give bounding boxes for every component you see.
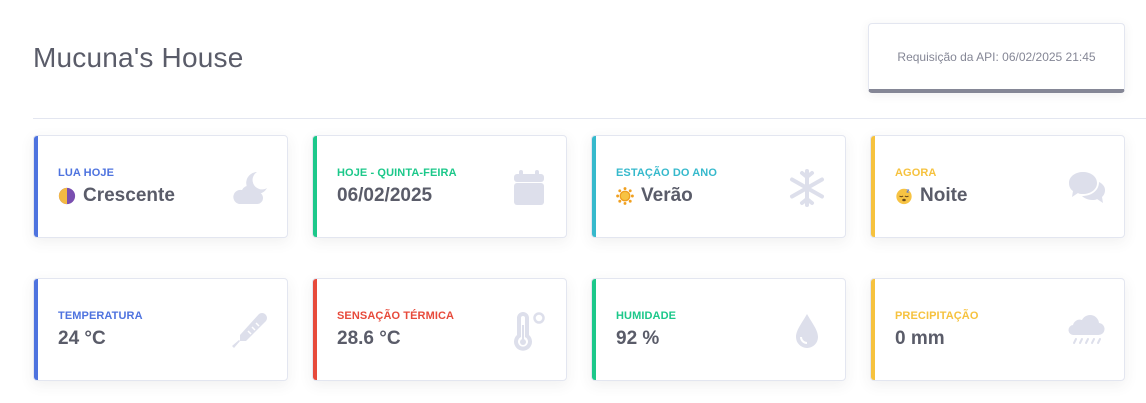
cloud-moon-icon bbox=[229, 168, 269, 208]
cloud-rain-icon bbox=[1066, 311, 1106, 351]
card-value-text: 0 mm bbox=[895, 328, 945, 349]
card-value-text: Crescente bbox=[83, 185, 175, 206]
card-label: PRECIPITAÇÃO bbox=[895, 310, 979, 322]
temperature-degree-icon bbox=[508, 311, 548, 351]
card-label: LUA HOJE bbox=[58, 167, 115, 179]
card-value: 06/02/2025 bbox=[337, 185, 432, 207]
card-value: Crescente bbox=[58, 185, 175, 207]
card-label: ESTAÇÃO DO ANO bbox=[616, 167, 718, 179]
card-value: Verão bbox=[616, 185, 693, 207]
card-value-text: 24 °C bbox=[58, 328, 106, 349]
card-value-text: 06/02/2025 bbox=[337, 185, 433, 206]
card-value: 92 % bbox=[616, 328, 659, 350]
api-request-text: Requisição da API: 06/02/2025 21:45 bbox=[897, 49, 1096, 64]
thermometer-icon bbox=[229, 311, 269, 351]
divider bbox=[33, 118, 1146, 119]
card-value-text: Verão bbox=[641, 185, 693, 206]
card-value: 28.6 °C bbox=[337, 328, 401, 350]
card-label: TEMPERATURA bbox=[58, 310, 143, 322]
droplet-icon bbox=[787, 311, 827, 351]
calendar-icon bbox=[508, 168, 548, 208]
waxing-moon-emoji bbox=[58, 187, 76, 205]
sleeping-face-emoji: z bbox=[896, 188, 912, 205]
card-humidity: HUMIDADE 92 % bbox=[591, 278, 846, 381]
card-value-text: 92 % bbox=[616, 328, 660, 349]
card-label: HUMIDADE bbox=[616, 310, 677, 322]
card-value-text: 28.6 °C bbox=[337, 328, 401, 349]
card-precipitation: PRECIPITAÇÃO 0 mm bbox=[870, 278, 1125, 381]
card-today: HOJE - QUINTA-FEIRA 06/02/2025 bbox=[312, 135, 567, 238]
snowflake-icon bbox=[787, 168, 827, 208]
card-label: HOJE - QUINTA-FEIRA bbox=[337, 167, 457, 179]
card-value-text: Noite bbox=[920, 185, 968, 206]
card-temperature: TEMPERATURA 24 °C bbox=[33, 278, 288, 381]
sun-emoji bbox=[616, 187, 634, 205]
card-value: z Noite bbox=[895, 185, 968, 207]
card-label: AGORA bbox=[895, 167, 937, 179]
svg-text:z: z bbox=[906, 188, 909, 194]
card-now: AGORA z Noite bbox=[870, 135, 1125, 238]
card-season: ESTAÇÃO DO ANO Verão bbox=[591, 135, 846, 238]
page-title: Mucuna's House bbox=[33, 42, 244, 73]
card-moon: LUA HOJE Crescente bbox=[33, 135, 288, 238]
comments-icon bbox=[1066, 168, 1106, 208]
api-request-box: Requisição da API: 06/02/2025 21:45 bbox=[868, 23, 1125, 93]
card-value: 0 mm bbox=[895, 328, 945, 350]
card-feels-like: SENSAÇÃO TÉRMICA 28.6 °C bbox=[312, 278, 567, 381]
card-label: SENSAÇÃO TÉRMICA bbox=[337, 310, 455, 322]
card-value: 24 °C bbox=[58, 328, 106, 350]
